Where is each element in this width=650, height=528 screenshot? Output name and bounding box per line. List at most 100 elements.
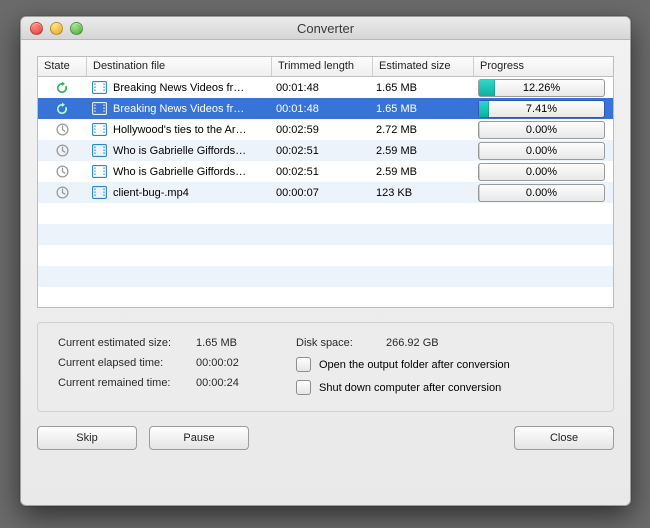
cell-destination-file: client-bug-.mp4 <box>86 182 270 203</box>
zoom-window-icon[interactable] <box>70 22 83 35</box>
col-progress[interactable]: Progress <box>474 57 613 76</box>
current-remained-time-value: 00:00:24 <box>196 377 256 389</box>
cell-state <box>38 182 86 203</box>
current-elapsed-time-label: Current elapsed time: <box>58 357 186 369</box>
progress-percent: 7.41% <box>479 101 604 117</box>
cell-progress: 0.00% <box>470 119 613 140</box>
file-name: Breaking News Videos fr… <box>113 103 244 115</box>
clock-icon <box>56 123 69 136</box>
col-destination-file[interactable]: Destination file <box>87 57 272 76</box>
cell-trimmed-length: 00:02:59 <box>270 119 370 140</box>
cell-progress: 0.00% <box>470 182 613 203</box>
arrow-refresh-icon <box>55 81 69 95</box>
close-button[interactable]: Close <box>514 426 614 450</box>
clock-icon <box>56 165 69 178</box>
skip-button[interactable]: Skip <box>37 426 137 450</box>
table-row-empty <box>38 245 613 266</box>
titlebar[interactable]: Converter <box>21 17 630 40</box>
progress-bar: 0.00% <box>478 121 605 139</box>
cell-trimmed-length: 00:01:48 <box>270 98 370 119</box>
progress-percent: 0.00% <box>479 122 604 138</box>
window-title: Converter <box>21 21 630 36</box>
checkbox-icon <box>296 380 311 395</box>
video-file-icon <box>92 186 107 199</box>
table-row[interactable]: Who is Gabrielle Giffords… 00:02:512.59 M… <box>38 140 613 161</box>
cell-state <box>38 140 86 161</box>
minimize-window-icon[interactable] <box>50 22 63 35</box>
progress-bar: 0.00% <box>478 142 605 160</box>
file-name: Who is Gabrielle Giffords… <box>113 166 246 178</box>
table-row[interactable]: Breaking News Videos fr… 00:01:481.65 MB 1… <box>38 77 613 98</box>
col-estimated-size[interactable]: Estimated size <box>373 57 474 76</box>
table-row-empty <box>38 203 613 224</box>
file-name: Who is Gabrielle Giffords… <box>113 145 246 157</box>
shut-down-computer-label: Shut down computer after conversion <box>319 382 501 394</box>
file-name: Hollywood's ties to the Ar… <box>113 124 247 136</box>
cell-progress: 0.00% <box>470 161 613 182</box>
cell-trimmed-length: 00:02:51 <box>270 140 370 161</box>
video-file-icon <box>92 81 107 94</box>
cell-estimated-size: 2.59 MB <box>370 140 470 161</box>
progress-bar: 12.26% <box>478 79 605 97</box>
cell-progress: 12.26% <box>470 77 613 98</box>
cell-state <box>38 98 86 119</box>
table-header: State Destination file Trimmed length Es… <box>38 57 613 77</box>
cell-estimated-size: 1.65 MB <box>370 77 470 98</box>
current-estimated-size-label: Current estimated size: <box>58 337 186 349</box>
progress-bar: 7.41% <box>478 100 605 118</box>
video-file-icon <box>92 165 107 178</box>
open-output-folder-checkbox[interactable]: Open the output folder after conversion <box>296 357 510 372</box>
cell-estimated-size: 123 KB <box>370 182 470 203</box>
cell-trimmed-length: 00:02:51 <box>270 161 370 182</box>
disk-space-value: 266.92 GB <box>386 337 439 349</box>
progress-bar: 0.00% <box>478 163 605 181</box>
col-trimmed-length[interactable]: Trimmed length <box>272 57 373 76</box>
pause-button[interactable]: Pause <box>149 426 249 450</box>
video-file-icon <box>92 123 107 136</box>
cell-destination-file: Who is Gabrielle Giffords… <box>86 161 270 182</box>
close-window-icon[interactable] <box>30 22 43 35</box>
cell-estimated-size: 1.65 MB <box>370 98 470 119</box>
col-state[interactable]: State <box>38 57 87 76</box>
conversion-table: State Destination file Trimmed length Es… <box>37 56 614 308</box>
clock-icon <box>56 186 69 199</box>
table-row[interactable]: client-bug-.mp4 00:00:07123 KB 0.00% <box>38 182 613 203</box>
progress-percent: 12.26% <box>479 80 604 96</box>
converter-window: Converter State Destination file Trimmed… <box>20 16 631 506</box>
shut-down-computer-checkbox[interactable]: Shut down computer after conversion <box>296 380 510 395</box>
cell-state <box>38 119 86 140</box>
current-remained-time-label: Current remained time: <box>58 377 186 389</box>
cell-trimmed-length: 00:01:48 <box>270 77 370 98</box>
arrow-refresh-icon <box>55 102 69 116</box>
cell-destination-file: Breaking News Videos fr… <box>86 77 270 98</box>
cell-destination-file: Who is Gabrielle Giffords… <box>86 140 270 161</box>
progress-percent: 0.00% <box>479 164 604 180</box>
cell-state <box>38 77 86 98</box>
cell-progress: 7.41% <box>470 98 613 119</box>
table-row-empty <box>38 224 613 245</box>
checkbox-icon <box>296 357 311 372</box>
video-file-icon <box>92 144 107 157</box>
cell-destination-file: Breaking News Videos fr… <box>86 98 270 119</box>
cell-trimmed-length: 00:00:07 <box>270 182 370 203</box>
cell-state <box>38 161 86 182</box>
clock-icon <box>56 144 69 157</box>
disk-space-label: Disk space: <box>296 337 376 349</box>
table-row[interactable]: Breaking News Videos fr… 00:01:481.65 MB 7… <box>38 98 613 119</box>
cell-progress: 0.00% <box>470 140 613 161</box>
cell-estimated-size: 2.72 MB <box>370 119 470 140</box>
file-name: Breaking News Videos fr… <box>113 82 244 94</box>
file-name: client-bug-.mp4 <box>113 187 189 199</box>
table-body: Breaking News Videos fr…00:01:481.65 MB1… <box>38 77 613 307</box>
table-row[interactable]: Who is Gabrielle Giffords…00:02:512.59 M… <box>38 161 613 182</box>
info-panel: Current estimated size: 1.65 MB Current … <box>37 322 614 412</box>
table-row[interactable]: Hollywood's ties to the Ar… 00:02:592.72 … <box>38 119 613 140</box>
open-output-folder-label: Open the output folder after conversion <box>319 359 510 371</box>
current-estimated-size-value: 1.65 MB <box>196 337 256 349</box>
table-row-empty <box>38 266 613 287</box>
progress-percent: 0.00% <box>479 143 604 159</box>
progress-bar: 0.00% <box>478 184 605 202</box>
table-row-empty <box>38 287 613 307</box>
cell-destination-file: Hollywood's ties to the Ar… <box>86 119 270 140</box>
current-elapsed-time-value: 00:00:02 <box>196 357 256 369</box>
